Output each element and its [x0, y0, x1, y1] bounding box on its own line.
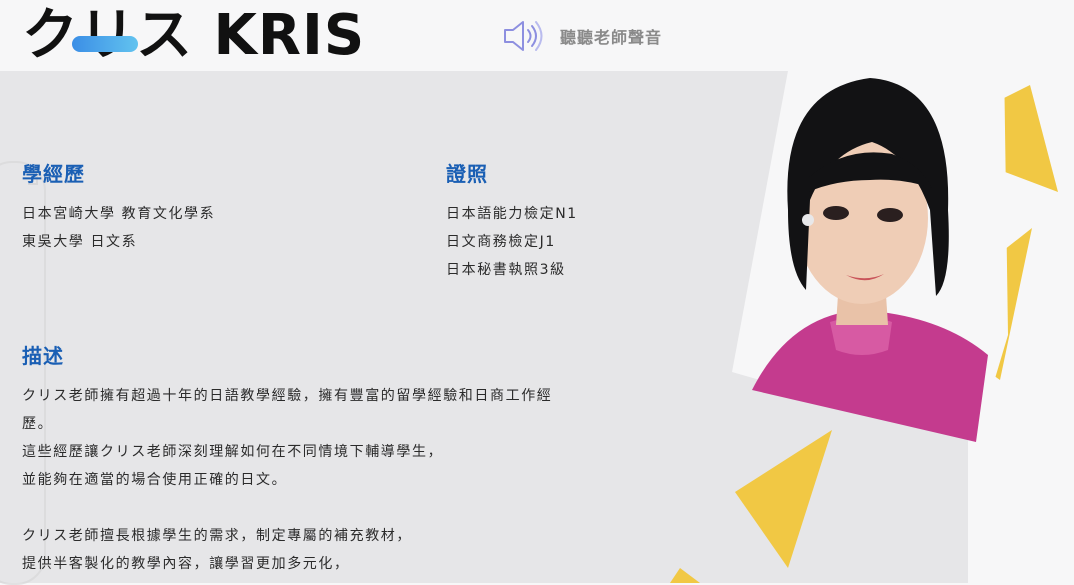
- education-list: 日本宮崎大學 教育文化學系 東吳大學 日文系: [22, 200, 215, 256]
- portrait-cutout: [732, 60, 1008, 442]
- certificate-item: 日文商務檢定J1: [446, 234, 556, 250]
- description-line: クリス老師擅長根據學生的需求，制定專屬的補充教材，: [22, 528, 412, 544]
- teacher-name: クリス KRIS: [22, 3, 366, 68]
- certificate-item: 日本語能力檢定N1: [446, 206, 578, 222]
- certificate-item: 日本秘書執照3級: [446, 262, 566, 278]
- speaker-icon: [504, 21, 543, 51]
- description-title: 描述: [22, 344, 64, 368]
- education-title: 學經歷: [22, 162, 85, 186]
- description-line: 提供半客製化的教學內容，讓學習更加多元化，: [22, 556, 350, 572]
- education-item: 東吳大學 日文系: [22, 234, 138, 250]
- certificates-title: 證照: [446, 162, 488, 186]
- education-item: 日本宮崎大學 教育文化學系: [22, 206, 216, 222]
- description-line: クリス老師擁有超過十年的日語教學經驗，擁有豐富的留學經驗和日商工作經: [22, 388, 553, 404]
- listen-voice-button[interactable]: 聽聽老師聲音: [502, 18, 662, 54]
- teacher-portrait: [670, 60, 1058, 583]
- description-spacer: [22, 494, 582, 522]
- certificates-list: 日本語能力檢定N1 日文商務檢定J1 日本秘書執照3級: [446, 200, 578, 284]
- description-line: 歷。: [22, 416, 54, 432]
- name-accent-bar: [72, 36, 138, 52]
- description-line: 並能夠在適當的場合使用正確的日文。: [22, 472, 288, 488]
- description-line: 這些經歷讓クリス老師深刻理解如何在不同情境下輔導學生，: [22, 444, 444, 460]
- description-text: クリス老師擁有超過十年的日語教學經驗，擁有豐富的留學經驗和日商工作經 歷。 這些…: [22, 382, 582, 578]
- listen-voice-label: 聽聽老師聲音: [560, 28, 663, 47]
